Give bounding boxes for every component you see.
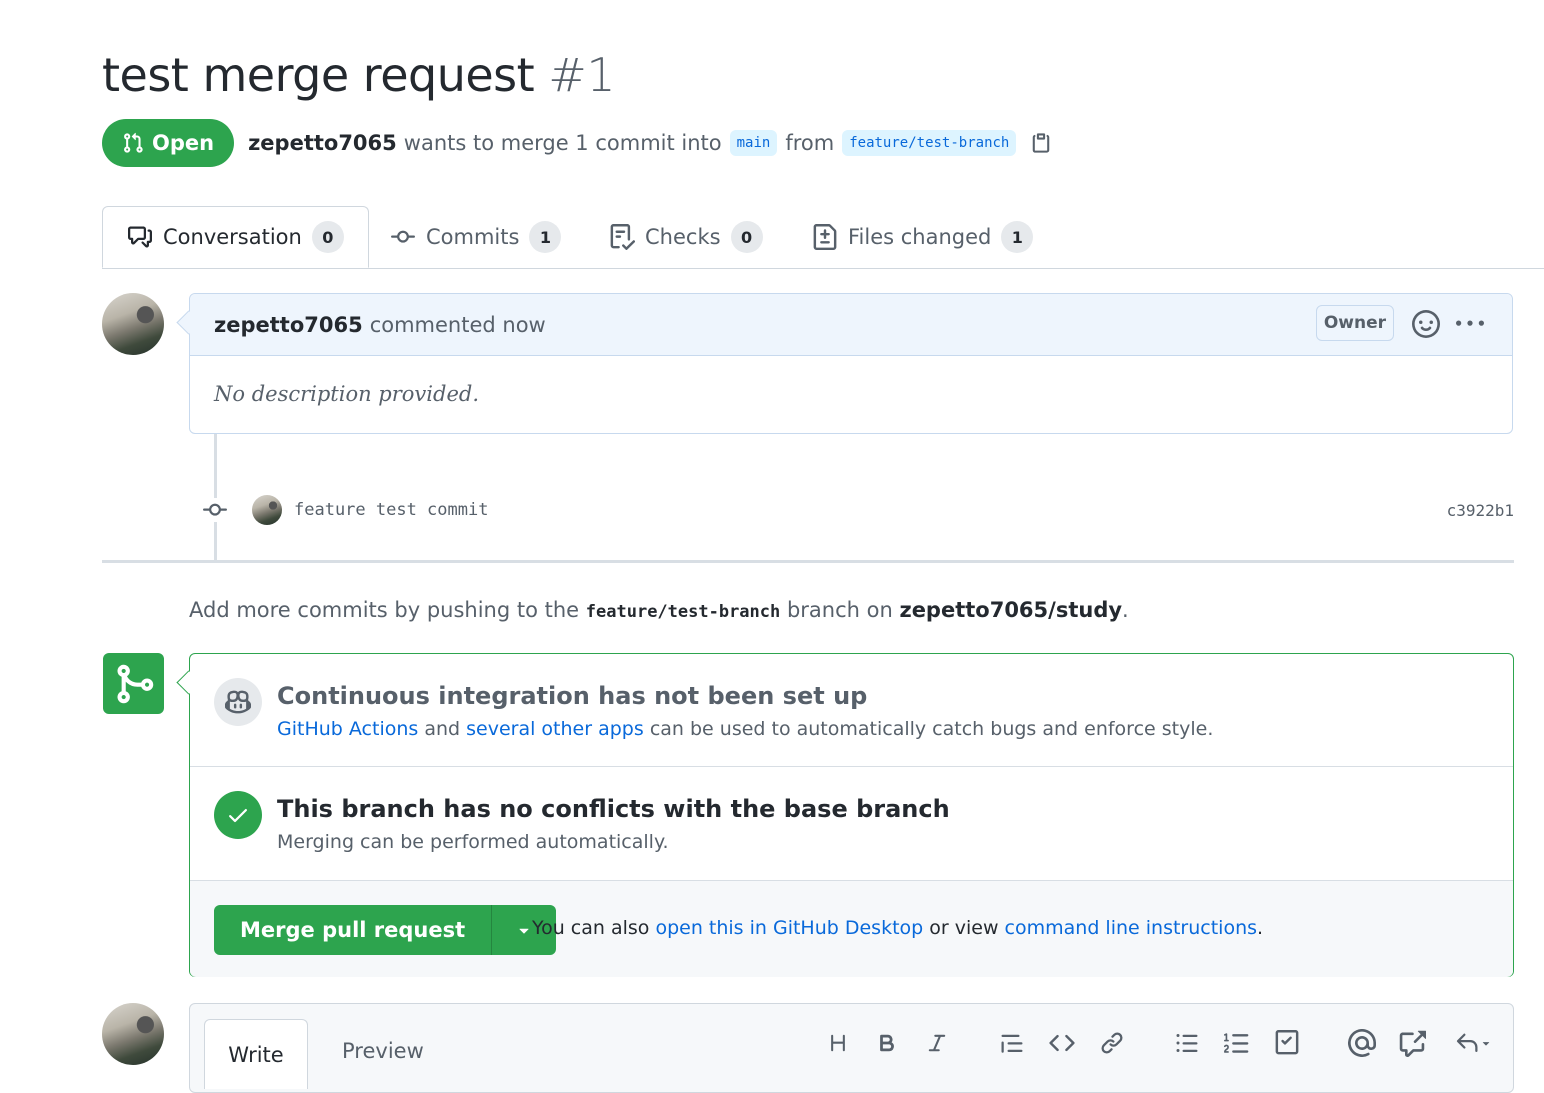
author-link[interactable]: zepetto7065 xyxy=(248,131,397,155)
ordered-list-icon[interactable] xyxy=(1222,1026,1252,1060)
copilot-icon xyxy=(225,690,251,714)
link-icon[interactable] xyxy=(1097,1026,1127,1060)
copy-icon[interactable] xyxy=(1030,131,1052,155)
triangle-down-icon xyxy=(1482,1042,1490,1046)
tab-counter: 1 xyxy=(1001,221,1034,253)
ci-title: Continuous integration has not been set … xyxy=(277,682,868,710)
comment-timestamp: commented now xyxy=(369,312,546,337)
tab-label: Checks xyxy=(645,225,721,249)
git-commit-icon xyxy=(391,230,415,243)
head-branch[interactable]: feature/test-branch xyxy=(842,130,1017,156)
task-list-icon[interactable] xyxy=(1272,1026,1302,1060)
foot-middle: or view xyxy=(929,917,999,939)
heading-icon[interactable] xyxy=(823,1026,853,1060)
file-diff-icon xyxy=(813,224,837,250)
unordered-list-icon[interactable] xyxy=(1172,1026,1202,1060)
reply-icon[interactable] xyxy=(1452,1026,1496,1060)
code-icon[interactable] xyxy=(1047,1026,1077,1060)
foot-suffix: . xyxy=(1257,917,1264,939)
hint-repo: zepetto7065/study xyxy=(899,598,1123,622)
owner-badge: Owner xyxy=(1315,305,1394,341)
command-line-link[interactable]: command line instructions xyxy=(1005,917,1257,939)
ci-description: GitHub Actions and several other apps ca… xyxy=(277,718,1213,740)
avatar[interactable] xyxy=(102,293,164,355)
tab-conversation[interactable]: Conversation 0 xyxy=(102,206,369,268)
hint-prefix: Add more commits by pushing to the xyxy=(189,598,580,622)
italic-icon[interactable] xyxy=(922,1026,952,1060)
timeline-divider xyxy=(102,560,1514,563)
github-actions-link[interactable]: GitHub Actions xyxy=(277,718,418,740)
tab-preview[interactable]: Preview xyxy=(342,1019,424,1083)
conflict-subtitle: Merging can be performed automatically. xyxy=(277,831,669,853)
git-merge-icon xyxy=(117,664,153,703)
check-circle xyxy=(214,791,262,839)
tab-commits[interactable]: Commits 1 xyxy=(390,206,562,268)
merge-footer-text: You can also open this in GitHub Desktop… xyxy=(532,917,1263,939)
mention-icon[interactable] xyxy=(1347,1026,1377,1060)
commit-message[interactable]: feature test commit xyxy=(294,500,488,520)
conflict-section: This branch has no conflicts with the ba… xyxy=(190,767,1513,880)
merge-pull-request-button[interactable]: Merge pull request xyxy=(214,905,493,955)
pr-number: #1 xyxy=(548,48,616,102)
hint-middle: branch on xyxy=(786,598,893,622)
tab-write[interactable]: Write xyxy=(204,1019,308,1089)
comment-author[interactable]: zepetto7065 xyxy=(214,313,363,337)
conflict-title: This branch has no conflicts with the ba… xyxy=(277,795,950,823)
hint-branch: feature/test-branch xyxy=(585,602,781,622)
tab-counter: 1 xyxy=(529,221,562,253)
merge-button-group: Merge pull request xyxy=(214,905,557,955)
tab-label: Commits xyxy=(426,225,520,249)
from-text: from xyxy=(785,131,835,155)
tab-label: Conversation xyxy=(163,225,302,249)
merge-footer: Merge pull request You can also open thi… xyxy=(190,880,1513,977)
cross-reference-icon[interactable] xyxy=(1397,1026,1427,1060)
ci-icon-circle xyxy=(214,678,262,726)
kebab-horizontal-icon[interactable] xyxy=(1456,310,1484,338)
quote-icon[interactable] xyxy=(997,1026,1027,1060)
comment-header: zepetto7065 commented now Owner xyxy=(190,294,1512,356)
git-commit-icon xyxy=(200,498,230,522)
tab-checks[interactable]: Checks 0 xyxy=(609,206,763,268)
pull-request-icon xyxy=(124,132,143,153)
comment-discussion-icon xyxy=(128,226,152,248)
status-label: Open xyxy=(152,131,215,155)
page-title: test merge request #1 xyxy=(102,48,616,102)
push-hint: Add more commits by pushing to the featu… xyxy=(189,598,1129,622)
tab-files-changed[interactable]: Files changed 1 xyxy=(812,206,1034,268)
other-apps-link[interactable]: several other apps xyxy=(466,718,644,740)
comment-box: zepetto7065 commented now Owner No descr… xyxy=(189,293,1513,434)
current-user-avatar[interactable] xyxy=(102,1003,164,1065)
base-branch[interactable]: main xyxy=(729,130,778,156)
ci-rest: can be used to automatically catch bugs … xyxy=(649,718,1214,740)
bold-icon[interactable] xyxy=(872,1026,902,1060)
ci-and: and xyxy=(424,718,461,740)
merge-text: wants to merge 1 commit into xyxy=(403,131,722,155)
github-desktop-link[interactable]: open this in GitHub Desktop xyxy=(655,917,923,939)
status-badge: Open xyxy=(102,119,235,167)
pr-tabs: Conversation 0 Commits 1 Checks 0 Files … xyxy=(102,206,1544,269)
foot-prefix: You can also xyxy=(532,917,650,939)
tab-counter: 0 xyxy=(311,221,344,253)
merge-summary: zepetto7065 wants to merge 1 commit into… xyxy=(248,130,1052,156)
smiley-icon[interactable] xyxy=(1412,310,1440,338)
commit-avatar[interactable] xyxy=(252,495,282,525)
hint-suffix: . xyxy=(1122,598,1129,622)
pr-title-text: test merge request xyxy=(102,48,535,102)
tab-counter: 0 xyxy=(730,221,763,253)
pr-meta: Open zepetto7065 wants to merge 1 commit… xyxy=(102,119,1052,167)
ci-section: Continuous integration has not been set … xyxy=(190,654,1513,767)
merge-box: Continuous integration has not been set … xyxy=(189,653,1514,977)
comment-body: No description provided. xyxy=(214,382,479,406)
checklist-icon xyxy=(610,224,635,250)
commit-sha[interactable]: c3922b1 xyxy=(1447,501,1514,520)
merge-status-icon-box xyxy=(103,653,164,714)
commit-row: feature test commit c3922b1 xyxy=(200,490,1514,530)
tab-label: Files changed xyxy=(848,225,992,249)
check-icon xyxy=(229,809,247,823)
